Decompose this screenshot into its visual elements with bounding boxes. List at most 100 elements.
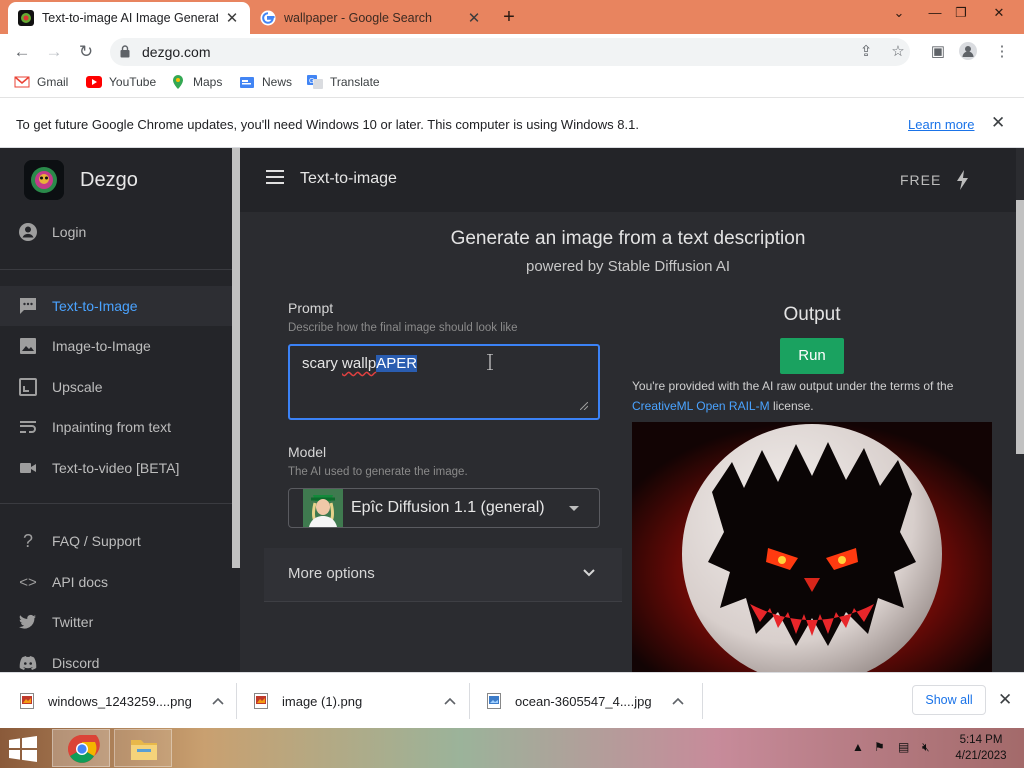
download-filename: image (1).png [282, 693, 363, 709]
license-link[interactable]: CreativeML Open RAIL-M [632, 399, 770, 413]
sidebar-scrollbar[interactable] [232, 148, 240, 568]
page-scrollbar-thumb[interactable] [1016, 200, 1024, 454]
learn-more-link[interactable]: Learn more [908, 117, 974, 132]
bookmark-gmail[interactable]: Gmail [14, 75, 68, 89]
bookmark-label: Translate [330, 75, 380, 89]
close-tab-icon[interactable]: ✕ [466, 9, 482, 27]
action-center-flag-icon[interactable]: ⚑ [874, 740, 885, 754]
bookmark-label: Maps [193, 75, 223, 89]
share-icon[interactable]: ⇪ [856, 42, 876, 62]
bookmarks-bar: Gmail YouTube Maps News G Translate [0, 70, 1024, 98]
tab-dezgo[interactable]: Text-to-image AI Image Generato ✕ [8, 2, 250, 34]
terms-text: You're provided with the AI raw output u… [632, 379, 954, 393]
bookmark-news[interactable]: News [239, 75, 292, 89]
sidebar-item-label: FAQ / Support [52, 533, 141, 549]
new-tab-button[interactable]: + [498, 6, 520, 28]
close-infobar-icon[interactable]: ✕ [991, 113, 1005, 133]
sidebar-item-inpainting[interactable]: Inpainting from text [0, 407, 232, 447]
code-icon: <> [19, 573, 37, 591]
volume-muted-icon[interactable]: 🔇︎ [922, 740, 930, 755]
taskbar-clock[interactable]: 5:14 PM 4/21/2023 [944, 732, 1018, 764]
sidebar-divider [0, 503, 232, 504]
profile-avatar-icon[interactable] [958, 42, 978, 62]
sidebar-item-api-docs[interactable]: <> API docs [0, 562, 232, 602]
taskbar-chrome[interactable] [52, 729, 110, 767]
update-infobar: To get future Google Chrome updates, you… [0, 98, 1024, 148]
bookmark-maps[interactable]: Maps [170, 75, 222, 89]
sidebar-item-label: Image-to-Image [52, 338, 151, 354]
chevron-up-icon[interactable] [444, 697, 456, 705]
sidebar-item-discord[interactable]: Discord [0, 643, 232, 672]
show-all-downloads-button[interactable]: Show all [912, 685, 986, 715]
run-button[interactable]: Run [780, 338, 844, 374]
download-divider [702, 683, 703, 719]
gmail-icon [14, 76, 30, 88]
sidebar-item-text-to-video[interactable]: Text-to-video [BETA] [0, 448, 232, 488]
download-item[interactable]: windows_1243259....png [20, 673, 224, 729]
prompt-text-misspelled: wallp [342, 355, 377, 372]
plan-badge[interactable]: FREE [900, 172, 941, 188]
sidebar-item-image-to-image[interactable]: Image-to-Image [0, 326, 232, 366]
prompt-label: Prompt [288, 300, 334, 316]
more-options-accordion[interactable]: More options [264, 548, 622, 602]
generator-panel: Generate an image from a text descriptio… [240, 212, 1016, 672]
bookmark-star-icon[interactable]: ☆ [888, 42, 908, 62]
side-panel-icon[interactable]: ▣ [928, 42, 948, 62]
folder-icon [131, 740, 157, 760]
bookmark-youtube[interactable]: YouTube [86, 75, 156, 89]
output-image [632, 422, 992, 672]
model-label: Model [288, 444, 327, 460]
download-divider [236, 683, 237, 719]
url-text: dezgo.com [142, 44, 211, 60]
clock-date: 4/21/2023 [955, 750, 1007, 762]
chevron-up-icon[interactable] [212, 697, 224, 705]
close-tab-icon[interactable]: ✕ [224, 9, 240, 27]
chrome-menu-icon[interactable]: ⋮ [992, 42, 1012, 62]
resize-grip-icon[interactable] [580, 402, 588, 410]
sidebar-item-login[interactable]: Login [0, 212, 232, 252]
lightning-bolt-icon[interactable] [956, 170, 970, 190]
sidebar-item-label: Text-to-video [BETA] [52, 460, 180, 476]
news-icon [240, 77, 254, 88]
page-scrollbar[interactable] [1016, 148, 1024, 672]
download-item[interactable]: image (1).png [254, 673, 456, 729]
dezgo-logo-icon [24, 160, 64, 200]
forward-button[interactable]: → [42, 40, 66, 64]
tab-google-search[interactable]: wallpaper - Google Search ✕ [250, 2, 492, 34]
prompt-value: scary wallpAPER [302, 355, 418, 372]
discord-icon [18, 653, 38, 672]
taskbar-file-explorer[interactable] [114, 729, 172, 767]
prompt-textarea[interactable]: scary wallpAPER [288, 344, 600, 420]
restore-button[interactable]: ❐ [946, 2, 976, 24]
image-file-icon [254, 693, 268, 709]
close-window-button[interactable]: ✕ [984, 2, 1014, 24]
output-title: Output [783, 304, 841, 325]
address-bar[interactable]: dezgo.com [110, 38, 910, 66]
prompt-text-selected: APER [376, 355, 418, 372]
sidebar-item-label: API docs [52, 574, 109, 590]
bookmark-label: Gmail [37, 75, 69, 89]
windows-start-icon[interactable] [8, 736, 38, 762]
network-icon[interactable]: ▤ [898, 740, 909, 754]
tab-search-chevron-icon[interactable]: ⌄ [884, 2, 914, 24]
sidebar: Dezgo Login Text-to-Image Image-to-Image [0, 148, 240, 672]
prompt-hint: Describe how the final image should look… [288, 322, 518, 334]
google-favicon-icon [260, 10, 276, 26]
wrap-text-icon [18, 417, 38, 437]
sidebar-item-twitter[interactable]: Twitter [0, 602, 232, 642]
download-item[interactable]: ocean-3605547_4....jpg [487, 673, 684, 729]
sidebar-item-upscale[interactable]: Upscale [0, 367, 232, 407]
back-button[interactable]: ← [10, 40, 34, 64]
show-hidden-icons-icon[interactable]: ▲ [852, 740, 864, 754]
sidebar-item-text-to-image[interactable]: Text-to-Image [0, 286, 232, 326]
brand[interactable]: Dezgo [24, 160, 138, 200]
model-value: Epîc Diffusion 1.1 (general) [351, 499, 545, 516]
reload-button[interactable]: ↻ [74, 40, 98, 64]
bookmark-translate[interactable]: G Translate [307, 75, 380, 89]
sidebar-item-faq[interactable]: ? FAQ / Support [0, 521, 232, 561]
chevron-up-icon[interactable] [672, 697, 684, 705]
model-select[interactable]: Epîc Diffusion 1.1 (general) [288, 488, 600, 528]
sidebar-divider [0, 269, 232, 270]
hamburger-menu-icon[interactable] [266, 170, 284, 184]
close-downloads-icon[interactable]: ✕ [998, 690, 1012, 710]
